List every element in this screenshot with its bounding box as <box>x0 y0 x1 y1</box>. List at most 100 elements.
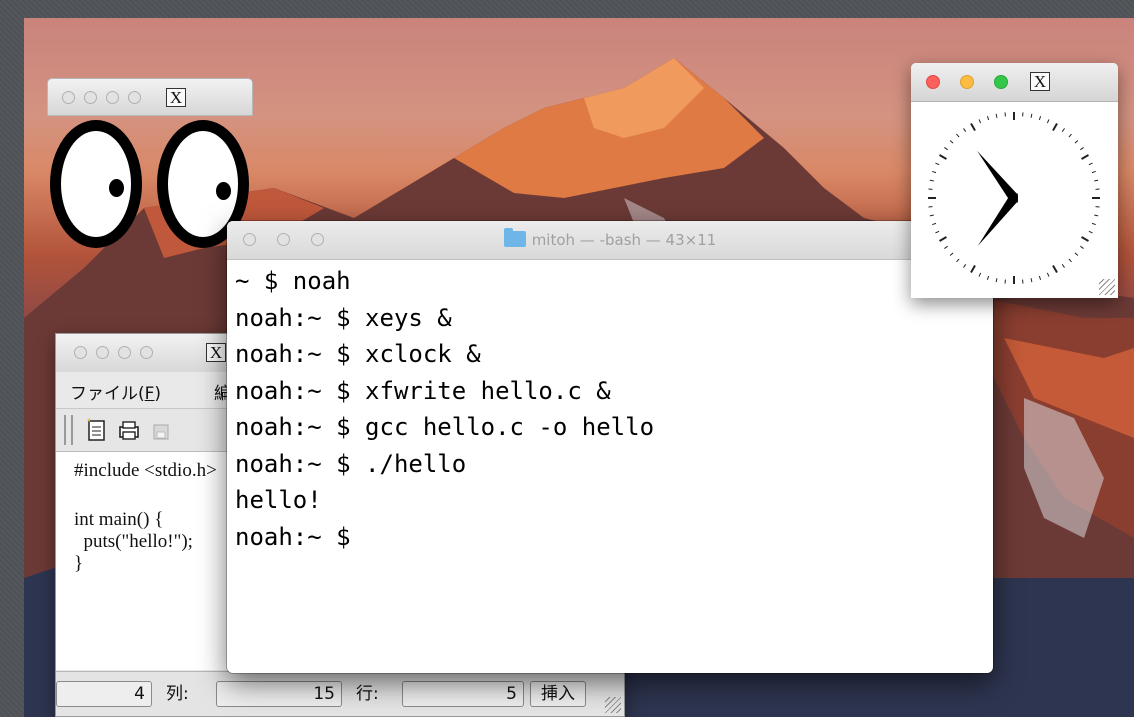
terminal-titlebar[interactable]: mitoh — -bash — 43×11 <box>227 221 993 260</box>
terminal-line: noah:~ $ xclock & <box>235 340 481 368</box>
clock-tick <box>986 275 990 280</box>
clock-tick <box>1094 214 1099 217</box>
menu-file[interactable]: ファイル(F) <box>70 379 161 404</box>
unknown-button[interactable] <box>128 91 141 104</box>
clock-tick <box>1091 222 1096 226</box>
minimize-button[interactable] <box>960 75 974 89</box>
clock-tick <box>939 154 947 160</box>
clock-tick <box>944 245 948 249</box>
clock-tick <box>1074 140 1079 144</box>
resize-grip-icon[interactable] <box>1099 279 1115 295</box>
code-line: #include <stdio.h> <box>74 460 217 481</box>
clock-tick <box>1046 272 1050 277</box>
xclock-window[interactable]: X <box>911 63 1118 298</box>
clock-tick <box>963 264 967 268</box>
clock-tick <box>1052 265 1058 273</box>
col-number-field: 15 <box>216 681 342 707</box>
terminal-line: noah:~ $ xeys & <box>235 303 452 332</box>
clock-tick <box>970 123 976 131</box>
terminal-line: noah:~ $ xfwrite hello.c & <box>235 376 611 405</box>
clock-tick <box>995 278 998 283</box>
analog-clock-face <box>928 112 1100 284</box>
print-icon[interactable] <box>116 417 142 443</box>
clock-tick <box>932 170 937 174</box>
folder-icon <box>503 228 526 247</box>
clock-tick <box>1068 133 1072 138</box>
new-file-icon[interactable] <box>84 417 110 443</box>
unknown-button[interactable] <box>140 346 153 359</box>
code-line: } <box>74 553 84 574</box>
clock-tick <box>929 214 934 217</box>
terminal-line: hello! <box>235 486 322 514</box>
editor-statusbar: 4 列: 15 行: 5 挿入 <box>56 671 624 716</box>
clock-tick <box>1088 162 1093 166</box>
zoom-button[interactable] <box>106 91 119 104</box>
resize-grip-icon[interactable] <box>605 697 621 713</box>
insert-mode-indicator: 挿入 <box>530 681 586 707</box>
line-number-field: 4 <box>56 681 152 707</box>
close-button[interactable] <box>74 346 87 359</box>
clock-tick <box>1091 170 1096 174</box>
col-label: 列: <box>166 684 189 704</box>
clock-tick <box>1030 113 1033 118</box>
clock-tick <box>949 140 954 144</box>
xeyes-titlebar[interactable]: X <box>47 78 253 116</box>
close-button[interactable] <box>62 91 75 104</box>
row-number-field: 5 <box>402 681 524 707</box>
zoom-button[interactable] <box>994 75 1008 89</box>
clock-tick <box>1080 245 1084 249</box>
clock-tick <box>978 119 982 124</box>
save-icon[interactable] <box>148 417 174 443</box>
terminal-line: noah:~ $ gcc hello.c -o hello <box>235 413 655 441</box>
clock-tick <box>1038 275 1042 280</box>
clock-tick <box>1074 252 1079 256</box>
clock-tick <box>944 147 948 151</box>
clock-tick <box>986 116 990 121</box>
zoom-button[interactable] <box>118 346 131 359</box>
clock-tick <box>1052 123 1058 131</box>
clock-tick <box>1038 116 1042 121</box>
clock-hour-hand <box>977 193 1018 246</box>
close-button[interactable] <box>926 75 940 89</box>
terminal-line: ~ $ noah <box>235 267 351 295</box>
clock-tick <box>956 133 960 138</box>
clock-tick <box>1094 179 1099 182</box>
clock-tick <box>1088 230 1093 234</box>
clock-tick <box>949 252 954 256</box>
x-logo-icon: X <box>1030 72 1050 91</box>
clock-tick <box>970 265 976 273</box>
clock-tick <box>995 113 998 118</box>
toolbar-grip[interactable] <box>64 415 73 445</box>
terminal-window[interactable]: mitoh — -bash — 43×11 ~ $ noah noah:~ $ … <box>227 221 993 673</box>
clock-tick <box>1030 278 1033 283</box>
minimize-button[interactable] <box>84 91 97 104</box>
clock-tick <box>935 230 940 234</box>
left-pupil <box>109 179 124 197</box>
clock-tick <box>1068 258 1072 263</box>
right-pupil <box>216 182 231 200</box>
clock-tick <box>932 222 937 226</box>
x-logo-icon: X <box>166 88 186 107</box>
clock-tick <box>963 128 967 132</box>
minimize-button[interactable] <box>96 346 109 359</box>
x-logo-icon: X <box>206 343 226 362</box>
clock-tick <box>956 258 960 263</box>
code-line: puts("hello!"); <box>74 531 193 552</box>
clock-tick <box>1081 154 1089 160</box>
code-line: int main() { <box>74 509 164 530</box>
terminal-line: noah:~ $ ./hello <box>235 449 467 478</box>
terminal-title-text: mitoh — -bash — 43×11 <box>531 231 717 249</box>
clock-tick <box>1046 119 1050 124</box>
clock-tick <box>929 179 934 182</box>
clock-tick <box>1061 128 1065 132</box>
clock-tick <box>1081 236 1089 242</box>
xclock-titlebar[interactable]: X <box>911 63 1118 102</box>
left-eye <box>50 120 142 248</box>
row-label: 行: <box>356 684 379 704</box>
terminal-output[interactable]: ~ $ noah noah:~ $ xeys & noah:~ $ xclock… <box>235 263 985 673</box>
xeyes-window[interactable]: X <box>47 78 253 248</box>
terminal-title: mitoh — -bash — 43×11 <box>227 221 993 259</box>
clock-tick <box>1080 147 1084 151</box>
clock-tick <box>935 162 940 166</box>
terminal-line: noah:~ $ <box>235 522 351 551</box>
